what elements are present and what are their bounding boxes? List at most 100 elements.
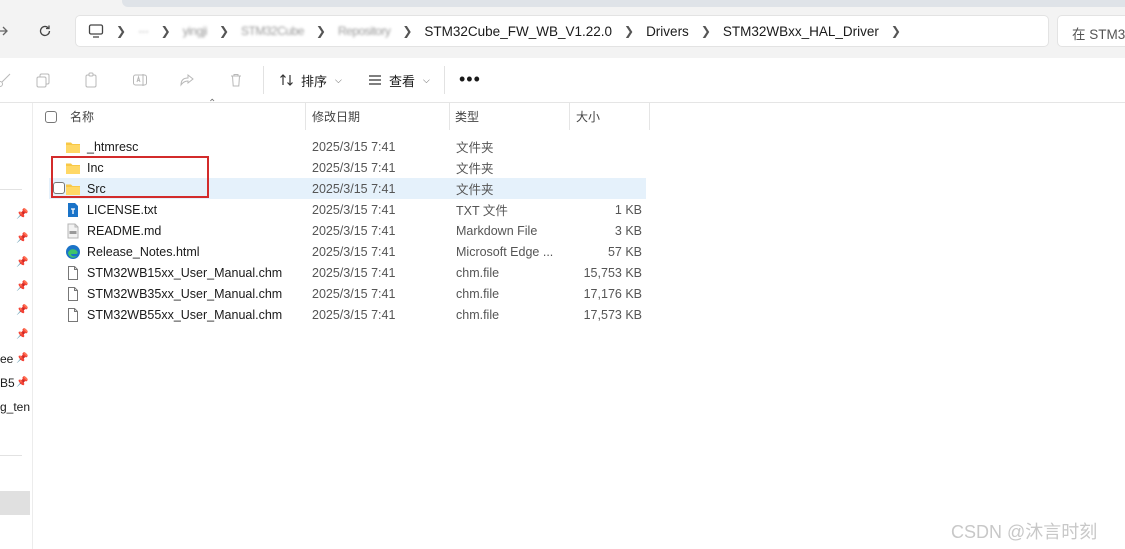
pin-icon[interactable]: 📌 <box>16 209 28 221</box>
markdown-file-icon <box>65 223 81 239</box>
file-date: 2025/3/15 7:41 <box>312 244 396 259</box>
pin-icon[interactable]: 📌 <box>16 377 28 389</box>
view-button[interactable]: 查看 ⌵ <box>367 70 430 90</box>
breadcrumb[interactable]: ❯ ··· ❯ yingji ❯ STM32Cube ❯ Repository … <box>75 15 1049 47</box>
refresh-icon[interactable] <box>34 20 56 42</box>
chevron-right-icon[interactable]: ❯ <box>402 24 412 38</box>
file-date: 2025/3/15 7:41 <box>312 265 396 280</box>
file-size: 1 KB <box>614 202 642 217</box>
pin-icon[interactable]: 📌 <box>16 257 28 269</box>
chevron-right-icon[interactable]: ❯ <box>891 24 901 38</box>
view-label: 查看 <box>389 73 416 89</box>
sort-icon <box>280 74 293 86</box>
address-bar-area: ❯ ··· ❯ yingji ❯ STM32Cube ❯ Repository … <box>0 0 1125 58</box>
command-toolbar: 排序 ⌵ 查看 ⌵ ••• <box>0 58 1125 103</box>
column-divider[interactable] <box>649 103 650 130</box>
file-row[interactable]: STM32WB15xx_User_Manual.chm 2025/3/15 7:… <box>49 262 646 283</box>
tab-strip <box>122 0 1125 7</box>
toolbar-divider <box>263 66 264 94</box>
file-row[interactable]: Release_Notes.html 2025/3/15 7:41 Micros… <box>49 241 646 262</box>
file-row[interactable]: Inc 2025/3/15 7:41 文件夹 <box>49 157 646 178</box>
file-name: README.md <box>87 223 162 238</box>
pc-icon[interactable] <box>88 24 104 38</box>
file-type: 文件夹 <box>456 183 494 197</box>
chevron-right-icon[interactable]: ❯ <box>624 24 634 38</box>
file-name: Inc <box>87 160 104 175</box>
generic-file-icon <box>65 307 81 323</box>
column-header-date[interactable]: 修改日期 <box>312 103 360 130</box>
file-row[interactable]: _htmresc 2025/3/15 7:41 文件夹 <box>49 136 646 157</box>
chevron-down-icon: ⌵ <box>423 74 430 85</box>
cut-icon[interactable] <box>0 70 14 90</box>
column-header-name[interactable]: 名称 ⌃ <box>70 98 305 130</box>
chevron-right-icon[interactable]: ❯ <box>316 24 326 38</box>
chevron-right-icon[interactable]: ❯ <box>116 24 126 38</box>
file-row[interactable]: STM32WB35xx_User_Manual.chm 2025/3/15 7:… <box>49 283 646 304</box>
folder-icon <box>65 160 81 176</box>
file-size: 3 KB <box>614 223 642 238</box>
pin-icon[interactable]: 📌 <box>16 353 28 365</box>
delete-icon[interactable] <box>226 70 246 90</box>
file-type: Microsoft Edge ... <box>456 244 554 259</box>
breadcrumb-item[interactable]: yingji <box>183 24 208 38</box>
quick-access-item[interactable]: g_ten <box>0 400 30 414</box>
search-input[interactable]: 在 STM32WBxx_HAL_Driver 中搜索 <box>1057 15 1125 47</box>
column-header-date-label: 修改日期 <box>312 110 361 124</box>
sort-ascending-icon: ⌃ <box>208 98 217 109</box>
file-type: chm.file <box>456 265 500 280</box>
file-row[interactable]: STM32WB55xx_User_Manual.chm 2025/3/15 7:… <box>49 304 646 325</box>
file-row-hovered[interactable]: Src 2025/3/15 7:41 文件夹 <box>49 178 646 199</box>
sort-label: 排序 <box>301 73 328 89</box>
nav-item-selected[interactable] <box>0 491 30 515</box>
file-row[interactable]: README.md 2025/3/15 7:41 Markdown File 3… <box>49 220 646 241</box>
column-divider[interactable] <box>569 103 570 130</box>
file-date: 2025/3/15 7:41 <box>312 139 396 154</box>
column-header-size-label: 大小 <box>576 110 601 124</box>
row-checkbox[interactable] <box>53 182 65 194</box>
chevron-right-icon[interactable]: ❯ <box>161 24 171 38</box>
pin-icon[interactable]: 📌 <box>16 305 28 317</box>
breadcrumb-item[interactable]: STM32Cube <box>241 24 304 38</box>
column-header-size[interactable]: 大小 <box>576 103 600 130</box>
forward-icon[interactable] <box>0 20 13 42</box>
select-all-checkbox[interactable] <box>45 103 57 130</box>
share-icon[interactable] <box>177 70 197 90</box>
breadcrumb-item[interactable]: Drivers <box>646 24 689 39</box>
quick-access-item[interactable]: B5 <box>0 376 15 390</box>
file-type: 文件夹 <box>456 141 494 155</box>
breadcrumb-item-current[interactable]: STM32WBxx_HAL_Driver <box>723 24 879 39</box>
generic-file-icon <box>65 286 81 302</box>
pin-icon[interactable]: 📌 <box>16 329 28 341</box>
chevron-right-icon[interactable]: ❯ <box>701 24 711 38</box>
breadcrumb-item[interactable]: ··· <box>138 24 149 38</box>
sort-button[interactable]: 排序 ⌵ <box>279 70 342 90</box>
quick-access-item[interactable]: ee <box>0 352 13 366</box>
pin-icon[interactable]: 📌 <box>16 281 28 293</box>
paste-icon[interactable] <box>81 70 101 90</box>
rename-icon[interactable] <box>130 70 150 90</box>
view-icon <box>369 75 381 85</box>
file-row[interactable]: LICENSE.txt 2025/3/15 7:41 TXT 文件 1 KB <box>49 199 646 220</box>
file-date: 2025/3/15 7:41 <box>312 202 396 217</box>
folder-icon <box>65 139 81 155</box>
file-name: _htmresc <box>87 139 139 154</box>
column-header-type[interactable]: 类型 <box>455 103 479 130</box>
copy-icon[interactable] <box>33 70 53 90</box>
breadcrumb-item[interactable]: STM32Cube_FW_WB_V1.22.0 <box>424 24 612 39</box>
column-divider[interactable] <box>449 103 450 130</box>
edge-html-icon <box>65 244 81 260</box>
file-date: 2025/3/15 7:41 <box>312 307 396 322</box>
watermark-text: CSDN @沐言时刻 <box>951 522 1098 542</box>
file-date: 2025/3/15 7:41 <box>312 160 396 175</box>
breadcrumb-item[interactable]: Repository <box>338 24 391 38</box>
file-type: Markdown File <box>456 223 538 238</box>
folder-icon <box>65 181 81 197</box>
chevron-right-icon[interactable]: ❯ <box>219 24 229 38</box>
navigation-pane: 📌 📌 📌 📌 📌 📌 ee 📌 B5 📌 g_ten <box>0 103 33 549</box>
file-type: chm.file <box>456 307 500 322</box>
column-divider[interactable] <box>305 103 306 130</box>
nav-divider <box>0 189 22 190</box>
pin-icon[interactable]: 📌 <box>16 233 28 245</box>
file-name: LICENSE.txt <box>87 202 158 217</box>
more-options-icon[interactable]: ••• <box>459 70 481 88</box>
